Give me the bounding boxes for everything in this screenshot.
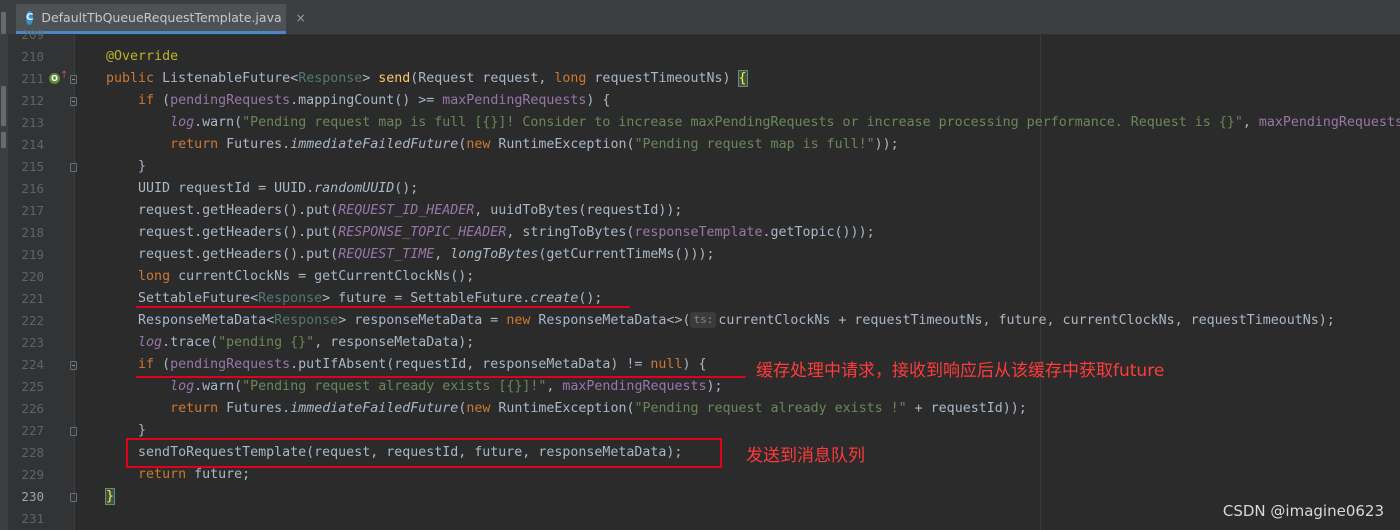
code-line-226: return Futures.immediateFailedFuture(new… bbox=[170, 401, 1027, 416]
code-line-210: @Override bbox=[106, 49, 179, 64]
line-number: 213 bbox=[21, 115, 44, 130]
line-number: 220 bbox=[21, 269, 44, 284]
code-line-224: if (pendingRequests.putIfAbsent(requestI… bbox=[138, 357, 707, 372]
red-underline-future bbox=[136, 306, 630, 308]
line-number: 211 bbox=[21, 71, 44, 86]
code-line-211: public ListenableFuture<Response> send(R… bbox=[106, 70, 748, 87]
tool-strip-marker bbox=[1, 132, 6, 148]
line-number: 209 bbox=[21, 27, 44, 42]
line-number: 226 bbox=[21, 401, 44, 416]
red-underline-putifabsent bbox=[136, 376, 746, 378]
line-number: 227 bbox=[21, 423, 44, 438]
file-tab[interactable]: C DefaultTbQueueRequestTemplate.java × bbox=[16, 4, 306, 34]
red-box-send bbox=[126, 438, 722, 468]
editor-tab-bar: C DefaultTbQueueRequestTemplate.java × bbox=[8, 0, 1400, 35]
line-number-current: 230 bbox=[21, 489, 44, 504]
line-number: 218 bbox=[21, 225, 44, 240]
file-tab-label: DefaultTbQueueRequestTemplate.java bbox=[41, 10, 282, 25]
line-number: 219 bbox=[21, 247, 44, 262]
line-number: 228 bbox=[21, 445, 44, 460]
line-number: 214 bbox=[21, 137, 44, 152]
tool-strip-marker bbox=[1, 12, 6, 34]
line-number: 222 bbox=[21, 313, 44, 328]
code-line-230: } bbox=[105, 488, 116, 505]
annotation-cache-note: 缓存处理中请求，接收到响应后从该缓存中获取future bbox=[756, 361, 1165, 381]
override-method-icon[interactable]: O bbox=[49, 73, 60, 84]
code-line-214: return Futures.immediateFailedFuture(new… bbox=[170, 137, 899, 152]
java-class-icon: C bbox=[26, 10, 34, 25]
code-line-220: long currentClockNs = getCurrentClockNs(… bbox=[138, 269, 475, 284]
tool-strip-marker bbox=[1, 86, 6, 126]
code-line-219: request.getHeaders().put(REQUEST_TIME, l… bbox=[74, 247, 715, 262]
code-line-216: UUID requestId = UUID.randomUUID(); bbox=[74, 181, 419, 196]
line-number: 216 bbox=[21, 181, 44, 196]
line-number: 224 bbox=[21, 357, 44, 372]
line-number: 217 bbox=[21, 203, 44, 218]
code-line-213: log.warn("Pending request map is full [{… bbox=[170, 115, 1400, 130]
line-number: 215 bbox=[21, 159, 44, 174]
code-line-225: log.warn("Pending request already exists… bbox=[170, 379, 723, 394]
code-line-223: log.trace("pending {}", responseMetaData… bbox=[138, 335, 475, 350]
line-number: 229 bbox=[21, 467, 44, 482]
line-number-gutter[interactable]: 209 210 211 212 213 214 215 216 217 218 … bbox=[8, 27, 77, 530]
line-number: 210 bbox=[21, 49, 44, 64]
close-tab-icon[interactable]: × bbox=[296, 11, 306, 25]
line-number: 212 bbox=[21, 93, 44, 108]
code-line-212: if (pendingRequests.mappingCount() >= ma… bbox=[138, 93, 611, 108]
code-line-217: request.getHeaders().put(REQUEST_ID_HEAD… bbox=[74, 203, 683, 218]
code-line-222: ResponseMetaData<Response> responseMetaD… bbox=[74, 312, 1335, 328]
code-line-215: } bbox=[74, 159, 147, 174]
line-number: 225 bbox=[21, 379, 44, 394]
implements-arrow-icon[interactable]: ↑ bbox=[60, 70, 68, 81]
line-number: 223 bbox=[21, 335, 44, 350]
line-number: 231 bbox=[21, 511, 44, 526]
watermark: CSDN @imagine0623 bbox=[1222, 502, 1384, 520]
code-line-218: request.getHeaders().put(RESPONSE_TOPIC_… bbox=[74, 225, 875, 240]
annotation-send-note: 发送到消息队列 bbox=[746, 446, 865, 466]
line-number: 221 bbox=[21, 291, 44, 306]
